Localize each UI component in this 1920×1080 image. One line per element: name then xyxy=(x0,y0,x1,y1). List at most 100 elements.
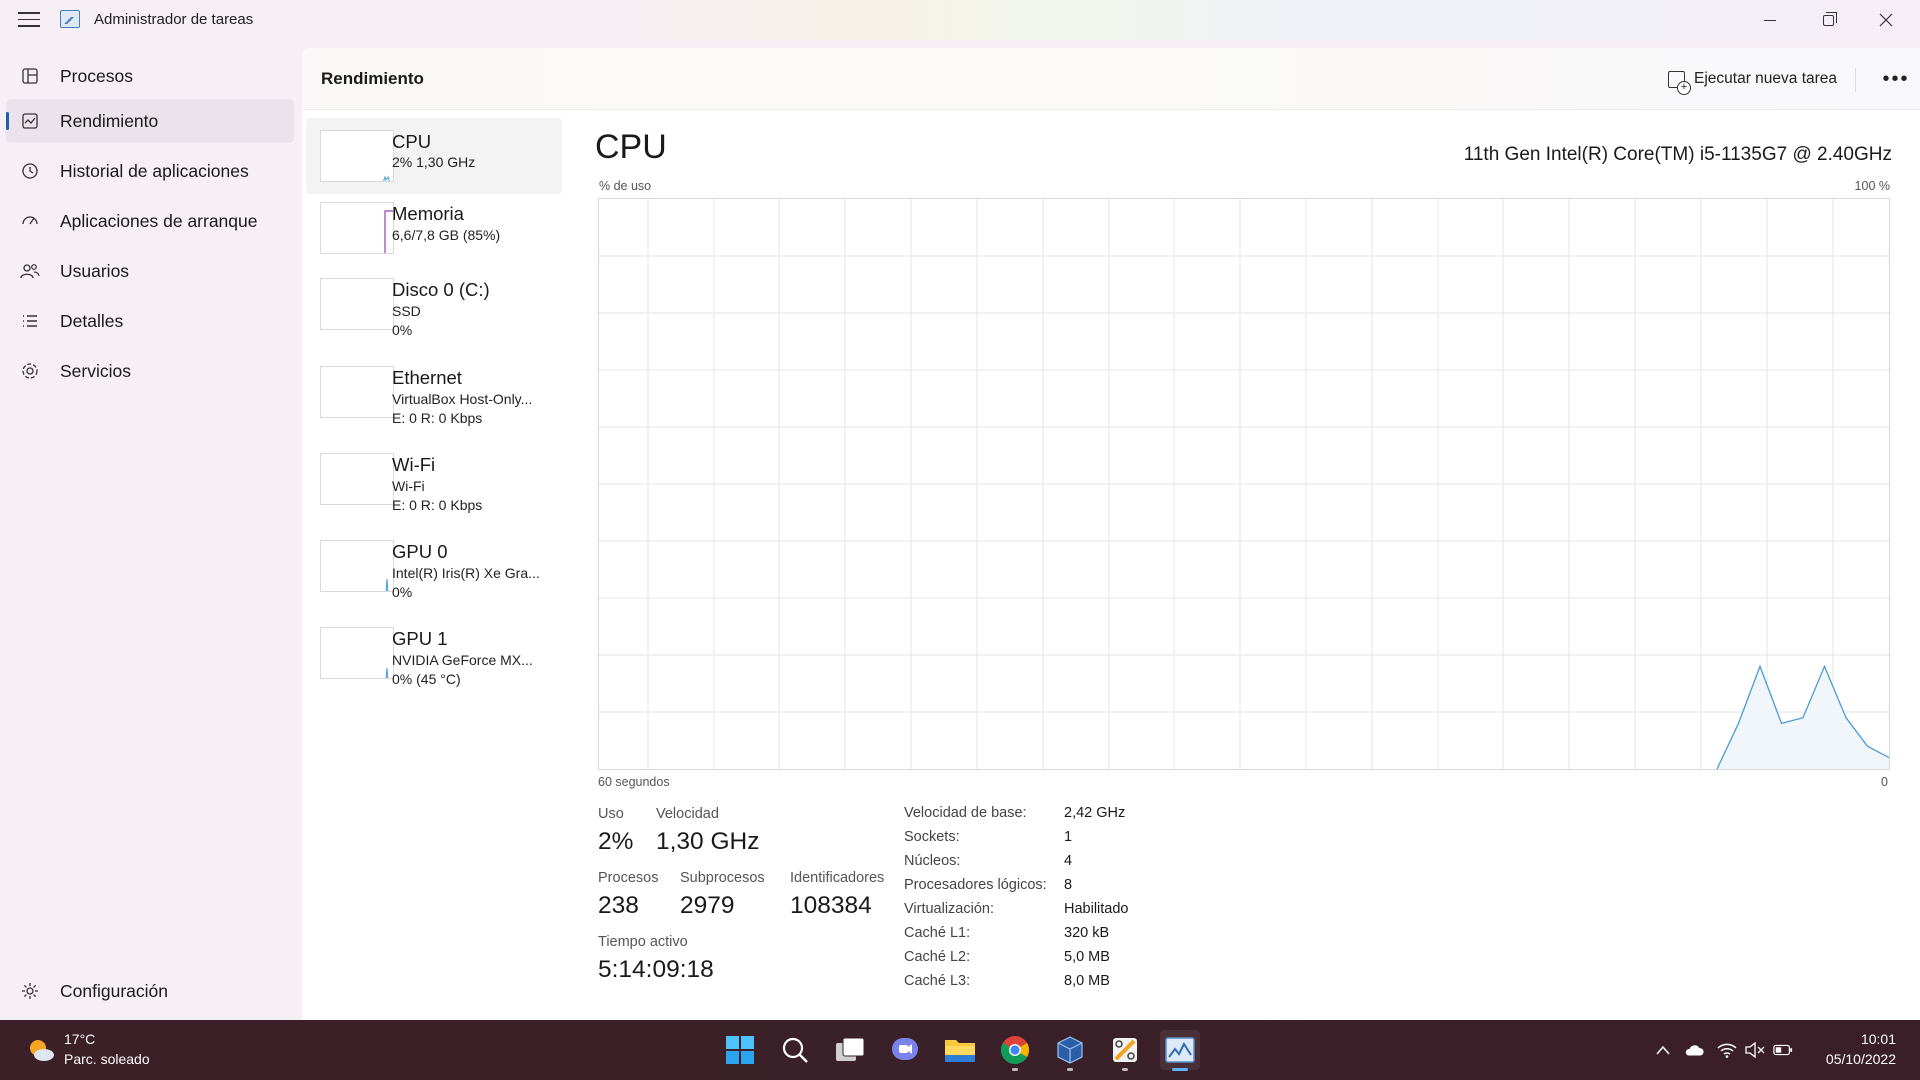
battery-icon[interactable] xyxy=(1773,1040,1793,1060)
sidebar-item-label: Rendimiento xyxy=(60,110,159,131)
cpu-usage-point xyxy=(1823,665,1826,667)
gear-icon xyxy=(20,981,40,1001)
resource-name: GPU 0 xyxy=(392,541,448,562)
chevron-up-icon[interactable] xyxy=(1653,1040,1673,1060)
performance-icon xyxy=(20,111,40,131)
window-title: Administrador de tareas xyxy=(94,11,254,28)
clock-time[interactable]: 10:01 xyxy=(1861,1031,1896,1047)
spec-label: Núcleos: xyxy=(904,853,961,869)
hamburger-menu-icon[interactable] xyxy=(18,12,40,28)
close-button[interactable] xyxy=(1858,0,1914,40)
resource-detail: Intel(R) Iris(R) Xe Gra... xyxy=(392,565,540,581)
speed-value: 1,30 GHz xyxy=(656,828,760,855)
sidebar-item-rendimiento[interactable]: Rendimiento xyxy=(6,99,294,143)
sidebar-item-procesos[interactable]: Procesos xyxy=(6,54,294,98)
onedrive-cloud-icon[interactable] xyxy=(1684,1040,1704,1060)
task-manager-icon xyxy=(1165,1037,1195,1063)
sidebar-item-historial[interactable]: Historial de aplicaciones xyxy=(6,149,294,193)
resource-name: GPU 1 xyxy=(392,628,448,649)
chrome-icon xyxy=(1001,1036,1029,1064)
cpu-usage-graph xyxy=(598,198,1890,770)
cpu-usage-point xyxy=(1802,717,1804,719)
resource-detail-2: 0% xyxy=(392,322,413,338)
restore-button[interactable] xyxy=(1800,0,1856,40)
restore-icon xyxy=(1822,11,1837,26)
minimize-button[interactable] xyxy=(1742,0,1798,40)
uptime-value: 5:14:09:18 xyxy=(598,956,714,983)
header-divider xyxy=(1855,68,1856,92)
sidebar-item-usuarios[interactable]: Usuarios xyxy=(6,249,294,293)
page-title: Rendimiento xyxy=(321,69,424,88)
x-axis-end: 0 xyxy=(1881,775,1888,789)
processes-value: 238 xyxy=(598,892,639,919)
task-manager-button[interactable] xyxy=(1160,1030,1200,1071)
sidebar: Procesos Rendimiento Historial de aplica… xyxy=(0,40,300,1020)
sidebar-item-label: Detalles xyxy=(60,310,124,331)
resource-detail: NVIDIA GeForce MX... xyxy=(392,652,533,668)
main-header: Rendimiento Ejecutar nueva tarea ••• xyxy=(302,48,1920,110)
virtualbox-button[interactable] xyxy=(1050,1030,1090,1071)
spec-label: Sockets: xyxy=(904,829,960,845)
more-icon: ••• xyxy=(1882,67,1910,90)
file-explorer-button[interactable] xyxy=(940,1030,980,1070)
resource-item-memoria[interactable]: Memoria 6,6/7,8 GB (85%) xyxy=(306,194,562,270)
speaker-muted-icon[interactable] xyxy=(1745,1040,1765,1060)
spec-label: Caché L3: xyxy=(904,973,971,989)
sidebar-item-label: Usuarios xyxy=(60,260,130,281)
run-new-task-button[interactable]: Ejecutar nueva tarea xyxy=(1668,64,1838,95)
detail-title: CPU xyxy=(595,128,667,166)
new-task-icon xyxy=(1668,70,1691,95)
resource-item-wifi[interactable]: Wi-Fi Wi-Fi E: 0 R: 0 Kbps xyxy=(306,445,562,521)
weather-partly-sunny-icon[interactable] xyxy=(26,1035,56,1065)
y-axis-max: 100 % xyxy=(1854,179,1890,193)
resource-item-ethernet[interactable]: Ethernet VirtualBox Host-Only... E: 0 R:… xyxy=(306,358,562,434)
spec-label: Procesadores lógicos: xyxy=(904,877,1047,893)
task-manager-app-icon xyxy=(60,10,80,28)
services-icon xyxy=(20,361,40,381)
active-indicator xyxy=(1172,1068,1188,1071)
taskbar: 17°C Parc. soleado 10:01 05/10/2022 xyxy=(0,1020,1920,1080)
sidebar-item-arranque[interactable]: Aplicaciones de arranque xyxy=(6,199,294,243)
task-view-icon xyxy=(836,1037,865,1061)
resource-item-disco[interactable]: Disco 0 (C:) SSD 0% xyxy=(306,270,562,346)
scissors-tool-icon xyxy=(1113,1038,1137,1062)
uptime-label: Tiempo activo xyxy=(598,934,688,950)
sidebar-item-detalles[interactable]: Detalles xyxy=(6,299,294,343)
ethernet-mini-graph xyxy=(320,366,394,418)
cpu-usage-point xyxy=(1845,717,1847,719)
weather-temperature[interactable]: 17°C xyxy=(64,1031,95,1047)
spec-value: 2,42 GHz xyxy=(1064,805,1126,821)
task-manager-window: Administrador de tareas Procesos Rendimi… xyxy=(0,0,1920,1020)
search-button[interactable] xyxy=(775,1030,815,1070)
running-indicator xyxy=(1122,1068,1128,1071)
run-new-task-label: Ejecutar nueva tarea xyxy=(1694,70,1838,87)
handles-value: 108384 xyxy=(790,892,872,919)
resource-item-cpu[interactable]: CPU 2% 1,30 GHz xyxy=(306,118,562,194)
resource-detail: SSD xyxy=(392,303,421,319)
handles-label: Identificadores xyxy=(790,870,885,886)
snipping-tool-button[interactable] xyxy=(1105,1030,1145,1071)
resource-item-gpu1[interactable]: GPU 1 NVIDIA GeForce MX... 0% (45 °C) xyxy=(306,619,562,695)
task-view-button[interactable] xyxy=(830,1030,870,1070)
sidebar-item-configuracion[interactable]: Configuración xyxy=(6,969,294,1013)
resource-name: CPU xyxy=(392,131,432,152)
wifi-mini-graph xyxy=(320,453,394,505)
cpu-usage-point xyxy=(1866,745,1869,747)
resource-item-gpu0[interactable]: GPU 0 Intel(R) Iris(R) Xe Gra... 0% xyxy=(306,532,562,608)
start-button[interactable] xyxy=(720,1030,760,1070)
resource-name: Wi-Fi xyxy=(392,454,436,475)
weather-description[interactable]: Parc. soleado xyxy=(64,1051,150,1067)
resource-detail: 2% 1,30 GHz xyxy=(392,154,476,170)
spec-value: 8,0 MB xyxy=(1064,973,1110,989)
history-icon xyxy=(20,161,40,181)
usage-value: 2% xyxy=(598,828,634,855)
teams-chat-button[interactable] xyxy=(885,1030,925,1070)
clock-date[interactable]: 05/10/2022 xyxy=(1826,1051,1896,1067)
wifi-icon[interactable] xyxy=(1717,1040,1737,1060)
cpu-model: 11th Gen Intel(R) Core(TM) i5-1135G7 @ 2… xyxy=(1463,144,1892,165)
chrome-button[interactable] xyxy=(995,1030,1035,1071)
more-options-button[interactable]: ••• xyxy=(1876,64,1916,94)
minimize-icon xyxy=(1764,19,1776,21)
sidebar-item-servicios[interactable]: Servicios xyxy=(6,349,294,393)
spec-value: Habilitado xyxy=(1064,901,1129,917)
